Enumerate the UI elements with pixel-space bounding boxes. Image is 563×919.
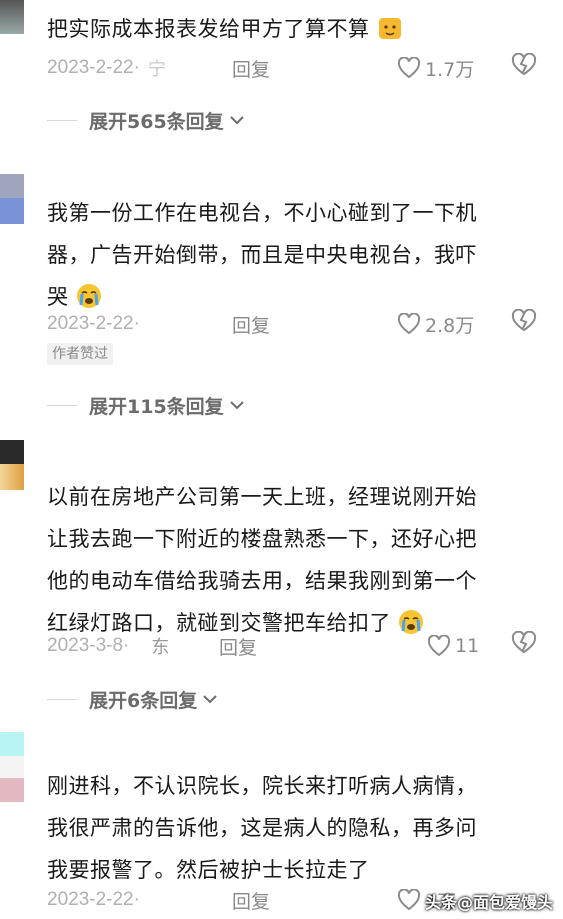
heart-icon (397, 57, 421, 79)
like-button[interactable]: 11 (427, 631, 479, 661)
avatar[interactable] (0, 732, 24, 802)
watermark: 头条@面包爱馒头 (424, 893, 553, 912)
chevron-down-icon (229, 116, 244, 125)
reply-button[interactable]: 回复 (232, 887, 270, 914)
heart-icon (427, 635, 451, 657)
expand-replies-button[interactable]: 展开565条回复 (47, 105, 245, 135)
comment-text: 我第一份工作在电视台，不小心碰到了一下机 器，广告开始倒带，而且是中央电视台，我… (47, 201, 477, 309)
heart-icon (397, 889, 421, 911)
avatar[interactable] (0, 440, 24, 490)
reply-button[interactable]: 回复 (232, 311, 270, 338)
broken-heart-icon (511, 630, 537, 654)
reply-button[interactable]: 回复 (232, 55, 270, 82)
comment-date: 2023-3-8· (47, 635, 130, 656)
like-count: 2.8万 (425, 314, 475, 337)
like-count: 11 (455, 635, 480, 657)
comment-meta: 2023-2-22· 回复 (47, 309, 270, 339)
expand-replies-button[interactable]: 展开115条回复 (47, 390, 245, 420)
divider (47, 404, 77, 406)
heart-icon (397, 313, 421, 335)
expand-replies-label: 展开565条回复 (89, 110, 224, 133)
comment-meta: 2023-3-8· 东 回复 (47, 631, 257, 661)
divider (47, 698, 77, 700)
comment-date: 2023-2-22· (47, 889, 140, 910)
expand-replies-label: 展开115条回复 (89, 395, 224, 418)
comment-meta: 2023-2-22· 宁 回复 (47, 53, 270, 83)
crying-face-emoji (399, 610, 424, 634)
dislike-button[interactable] (511, 630, 537, 661)
crying-face-emoji (76, 284, 101, 308)
comment-text: 刚进科，不认识院长，院长来打听病人病情， 我很严肃的告诉他，这是病人的隐私，再多… (47, 774, 477, 882)
comment-text: 以前在房地产公司第一天上班，经理说刚开始 让我去跑一下附近的楼盘熟悉一下，还好心… (47, 485, 477, 635)
reply-button[interactable]: 回复 (219, 633, 257, 660)
avatar[interactable] (0, 174, 24, 224)
comment-location: 宁 (147, 59, 166, 80)
like-count: 1.7万 (425, 58, 475, 81)
like-button[interactable]: 1.7万 (397, 53, 474, 83)
expand-replies-button[interactable]: 展开6条回复 (47, 684, 218, 714)
comment-text: 把实际成本报表发给甲方了算不算 (47, 8, 527, 50)
comment-date: 2023-2-22· (47, 57, 140, 78)
expand-replies-label: 展开6条回复 (89, 689, 198, 712)
author-liked-badge: 作者赞过 (47, 343, 113, 365)
comment-location: 东 (151, 637, 170, 658)
broken-heart-icon (511, 308, 537, 332)
dislike-button[interactable] (511, 308, 537, 339)
comment-meta: 2023-2-22· 回复 (47, 885, 270, 915)
avatar[interactable] (0, 0, 24, 34)
chevron-down-icon (229, 401, 244, 410)
like-button[interactable]: 2.8万 (397, 309, 474, 339)
divider (47, 119, 77, 121)
chevron-down-icon (203, 695, 217, 704)
comment-date: 2023-2-22· (47, 313, 140, 334)
dislike-button[interactable] (511, 52, 537, 83)
cat-face-emoji (378, 18, 401, 39)
broken-heart-icon (511, 52, 537, 76)
